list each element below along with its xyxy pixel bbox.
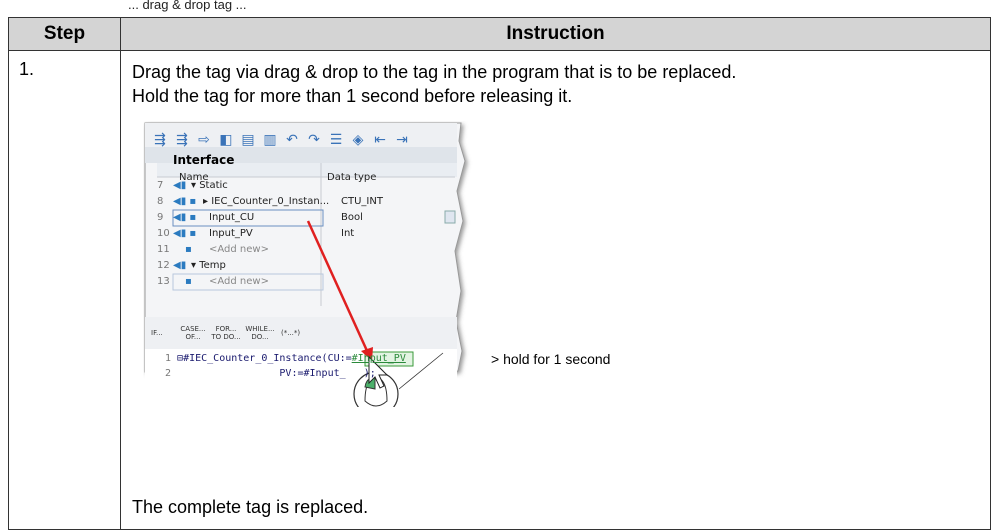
table-row[interactable]: 12 ◀▮ ▾ Temp [157,260,447,276]
toolbar-monitor-icon[interactable]: ◈ [349,131,367,147]
keyword-for[interactable]: FOR... TO DO... [211,325,241,341]
toolbar-goto-icon[interactable]: ↷ [305,131,323,147]
interface-icon: ◀▮ ▪ [173,196,197,207]
table-row[interactable]: 11 ▪ <Add new> [157,244,447,260]
toolbar-indent-icon[interactable]: ☰ [327,131,345,147]
toolbar-outdent-icon[interactable]: ⇤ [371,131,389,147]
hold-annotation: > hold for 1 second [491,351,611,367]
header-step: Step [8,17,121,51]
keyword-comment[interactable]: (*...*) [281,329,300,337]
table-row: 1. Drag the tag via drag & drop to the t… [8,50,991,530]
table-row[interactable]: 10 ◀▮ ▪ Input_PV Int [157,228,447,244]
bullet-icon: ▪ [185,276,192,287]
step-number: 1. [8,50,121,530]
bullet-icon: ▪ [185,244,192,255]
toolbar-arrow-icon[interactable]: ⇨ [195,131,213,147]
highlighted-tag[interactable]: #Input_PV [352,353,406,364]
instruction-line-3: The complete tag is replaced. [132,497,369,517]
keyword-while[interactable]: WHILE... DO... [245,325,275,341]
instruction-line-1: Drag the tag via drag & drop to the tag … [132,62,737,82]
interface-icon: ◀▮ ▪ [173,228,197,239]
interface-icon: ◀▮ ▪ [173,212,197,223]
toolbar-more-icon[interactable]: ⇥ [393,131,411,147]
editor-screenshot: ⇶ ⇶ ⇨ ◧ ▤ ▥ ↶ ↷ ☰ ◈ ⇤ ⇥ Interface Name D… [143,121,473,407]
table-row[interactable]: 7 ◀▮ ▾ Static [157,180,447,196]
table-header-row: Step Instruction [8,17,991,51]
top-caption: ... drag & drop tag ... [128,0,247,12]
code-line-2[interactable]: 2 PV:=#Input_ ); [165,368,376,379]
instruction-line-2: Hold the tag for more than 1 second befo… [132,86,573,106]
keyword-case[interactable]: CASE... OF... [179,325,207,341]
instruction-cell: Drag the tag via drag & drop to the tag … [120,50,991,530]
interface-title: Interface [173,153,235,167]
instruction-table: Step Instruction 1. Drag the tag via dra… [8,17,991,530]
keyword-if[interactable]: IF... [151,329,163,337]
toolbar-insert2-icon[interactable]: ⇶ [173,131,191,147]
table-row[interactable]: 13 ▪ <Add new> [157,276,447,292]
toolbar-insert-icon[interactable]: ⇶ [151,131,169,147]
editor-toolbar: ⇶ ⇶ ⇨ ◧ ▤ ▥ ↶ ↷ ☰ ◈ ⇤ ⇥ [151,127,411,151]
interface-icon: ◀▮ [173,180,187,191]
table-row[interactable]: 8 ◀▮ ▪ ▸ IEC_Counter_0_Instan... CTU_INT [157,196,447,212]
toolbar-tag-icon[interactable]: ◧ [217,131,235,147]
header-instruction: Instruction [120,17,991,51]
table-row[interactable]: 9 ◀▮ ▪ Input_CU Bool [157,212,447,228]
toolbar-undo-icon[interactable]: ↶ [283,131,301,147]
code-line-1[interactable]: 1 ⊟#IEC_Counter_0_Instance(CU:=#Input_PV [165,353,406,364]
toolbar-table-icon[interactable]: ▤ [239,131,257,147]
interface-icon: ◀▮ [173,260,187,271]
toolbar-list-icon[interactable]: ▥ [261,131,279,147]
